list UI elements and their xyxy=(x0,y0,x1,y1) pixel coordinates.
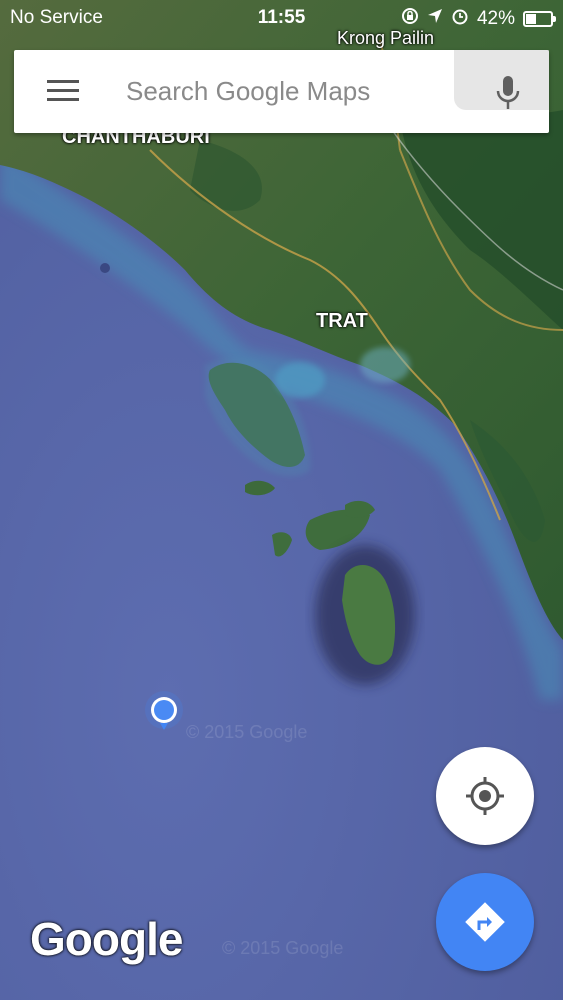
map-watermark-2: © 2015 Google xyxy=(222,938,343,958)
battery-icon xyxy=(523,11,556,27)
search-input[interactable] xyxy=(126,72,426,110)
my-location-button[interactable] xyxy=(436,747,534,845)
lock-rotation-icon xyxy=(401,7,419,31)
voice-search-button[interactable] xyxy=(454,50,549,110)
location-arrow-icon xyxy=(427,8,443,30)
microphone-icon xyxy=(496,76,520,109)
satellite-map[interactable]: © 2015 Google © 2015 Google xyxy=(0,0,563,1000)
my-location-icon xyxy=(466,777,504,815)
google-logo: Google xyxy=(30,913,183,965)
search-bar xyxy=(14,50,549,133)
status-icons: 42% xyxy=(401,7,556,31)
status-bar: No Service 11:55 42% xyxy=(0,0,563,36)
directions-icon xyxy=(465,902,505,942)
menu-icon[interactable] xyxy=(47,80,79,102)
battery-percent: 42% xyxy=(476,8,515,29)
current-location-marker[interactable] xyxy=(144,690,184,730)
directions-button[interactable] xyxy=(436,873,534,971)
map-label-trat: TRAT xyxy=(316,310,368,332)
map-watermark: © 2015 Google xyxy=(186,722,307,742)
alarm-icon xyxy=(451,7,469,31)
